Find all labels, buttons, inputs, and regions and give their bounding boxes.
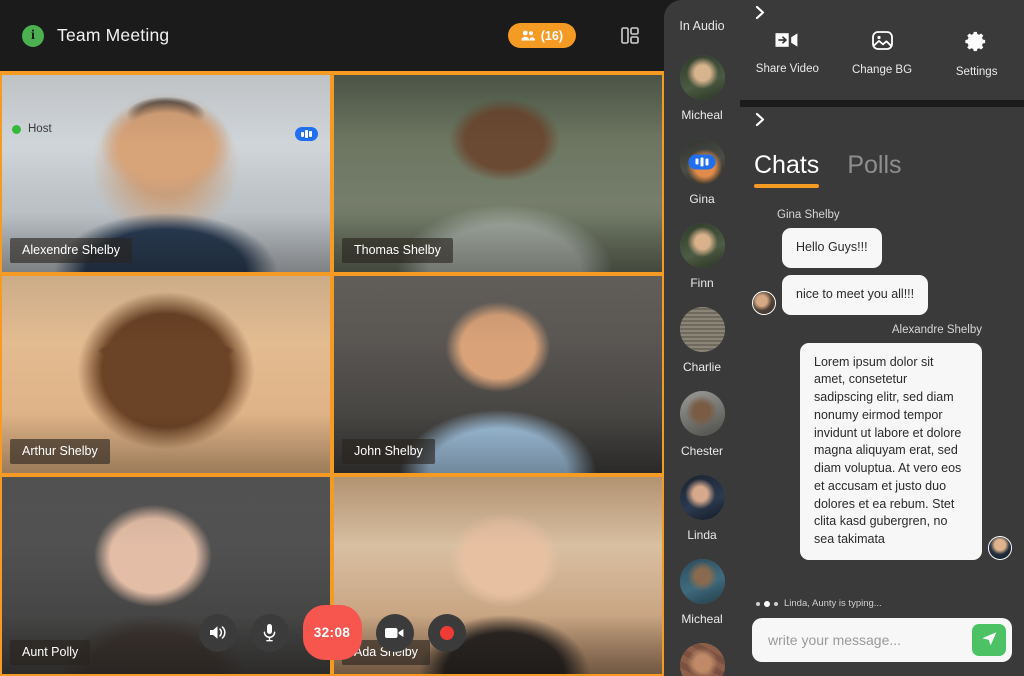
microphone-icon[interactable] — [250, 613, 289, 652]
participant-name: Gina — [689, 192, 715, 206]
audio-level-icon — [688, 154, 716, 169]
message-bubble: nice to meet you all!!! — [782, 274, 929, 315]
list-item[interactable]: Linda — [679, 475, 725, 542]
avatar — [679, 475, 725, 520]
tab-polls[interactable]: Polls — [847, 151, 901, 185]
message-row: Lorem ipsum dolor sit amet, consetetur s… — [800, 342, 1012, 560]
message-group: Gina Shelby Hello Guys!!! nice to meet y… — [752, 209, 1012, 315]
divider — [740, 100, 1024, 107]
list-item[interactable]: Micheal — [679, 55, 725, 122]
message-bubble: Lorem ipsum dolor sit amet, consetetur s… — [800, 342, 982, 560]
layout-grid-icon[interactable] — [618, 24, 642, 48]
list-item[interactable]: Micheal — [679, 559, 725, 626]
video-tile[interactable]: Host Alexendre Shelby — [0, 73, 332, 274]
participant-name: John Shelby — [342, 439, 435, 464]
chat-tabs: Chats Polls — [740, 137, 1024, 188]
image-icon — [871, 30, 894, 56]
list-item[interactable]: Finn — [679, 223, 725, 290]
record-icon[interactable] — [427, 613, 466, 652]
host-badge: Host — [12, 123, 52, 135]
participant-name: Chester — [680, 444, 724, 458]
share-video-icon — [774, 30, 800, 55]
avatar — [679, 391, 725, 436]
message-row: nice to meet you all!!! — [752, 274, 929, 315]
meeting-header: i Team Meeting (16) — [0, 0, 664, 71]
settings-button[interactable]: Settings — [929, 30, 1024, 78]
audio-level-icon — [295, 127, 318, 141]
avatar — [679, 139, 725, 184]
participant-name: Finn — [690, 276, 714, 290]
meeting-stage: i Team Meeting (16) Host Alexendre Shelb… — [0, 0, 664, 676]
participant-name: Aunt Polly — [10, 640, 91, 665]
message-sender: Alexandre Shelby — [891, 323, 982, 336]
action-label: Share Video — [755, 63, 819, 75]
message-composer — [752, 618, 1012, 662]
chat-column: Share Video Change BG Settings Chats Pol… — [740, 0, 1024, 676]
meeting-timer[interactable]: 32:08 — [302, 605, 362, 660]
host-label: Host — [28, 123, 52, 135]
typing-indicator: Linda, Aunty is typing... — [752, 598, 1012, 609]
people-icon — [521, 30, 535, 41]
in-audio-label: In Audio — [679, 19, 725, 33]
avatar — [679, 55, 725, 100]
message-group: Alexandre Shelby Lorem ipsum dolor sit a… — [752, 318, 1012, 560]
participant-name: Micheal — [681, 612, 723, 626]
list-item[interactable]: Chester — [679, 391, 725, 458]
list-item[interactable]: Gina — [679, 139, 725, 206]
message-bubble: Hello Guys!!! — [782, 228, 882, 268]
participant-name: Alexendre Shelby — [10, 238, 132, 263]
avatar — [752, 290, 776, 315]
typing-text: Linda, Aunty is typing... — [784, 598, 882, 609]
participant-name: Arthur Shelby — [10, 439, 110, 464]
quick-actions: Share Video Change BG Settings — [740, 30, 1024, 100]
info-icon[interactable]: i — [22, 24, 44, 47]
video-tile[interactable]: Thomas Shelby — [332, 73, 664, 274]
participants-badge[interactable]: (16) — [507, 23, 576, 48]
participants-rail: In Audio Micheal Gina Finn Charlie Chest… — [664, 0, 740, 676]
camera-icon[interactable] — [375, 613, 414, 652]
avatar — [679, 307, 725, 352]
gear-icon — [965, 30, 988, 58]
avatar — [679, 559, 725, 604]
video-grid: Host Alexendre Shelby Thomas Shelby Arth… — [0, 71, 664, 676]
list-item[interactable]: Lizze — [679, 643, 725, 676]
chevron-right-icon[interactable] — [754, 112, 767, 132]
avatar — [679, 643, 725, 676]
message-row: Hello Guys!!! — [752, 228, 882, 268]
speaker-icon[interactable] — [198, 613, 237, 652]
participant-name: Linda — [687, 528, 717, 542]
participant-name: Thomas Shelby — [342, 238, 453, 263]
send-icon — [981, 630, 998, 650]
chat-collapse-row — [740, 107, 1024, 137]
message-input[interactable] — [768, 632, 972, 648]
chevron-right-icon[interactable] — [754, 5, 767, 25]
tab-chats[interactable]: Chats — [754, 151, 820, 188]
composer-area: Linda, Aunty is typing... — [740, 598, 1024, 676]
change-bg-button[interactable]: Change BG — [835, 30, 930, 76]
video-tile[interactable]: John Shelby — [332, 274, 664, 475]
avatar — [988, 535, 1012, 560]
action-label: Change BG — [851, 64, 913, 76]
participants-count: (16) — [540, 28, 563, 43]
share-video-button[interactable]: Share Video — [740, 30, 835, 75]
send-button[interactable] — [972, 624, 1006, 656]
message-sender: Gina Shelby — [777, 209, 840, 221]
participant-name: Micheal — [681, 108, 723, 122]
side-panel: In Audio Micheal Gina Finn Charlie Chest… — [664, 0, 1024, 676]
message-list[interactable]: Gina Shelby Hello Guys!!! nice to meet y… — [740, 185, 1024, 598]
avatar — [679, 223, 725, 268]
list-item[interactable]: Charlie — [679, 307, 725, 374]
record-dot — [439, 625, 454, 640]
video-conference-app: i Team Meeting (16) Host Alexendre Shelb… — [0, 0, 1024, 676]
action-label: Settings — [955, 66, 998, 78]
typing-dots-icon — [756, 600, 778, 607]
panel-collapse-row — [740, 0, 1024, 30]
status-dot-icon — [12, 124, 21, 134]
video-tile[interactable]: Arthur Shelby — [0, 274, 332, 475]
participant-name: Charlie — [682, 360, 721, 374]
page-title: Team Meeting — [57, 25, 170, 45]
